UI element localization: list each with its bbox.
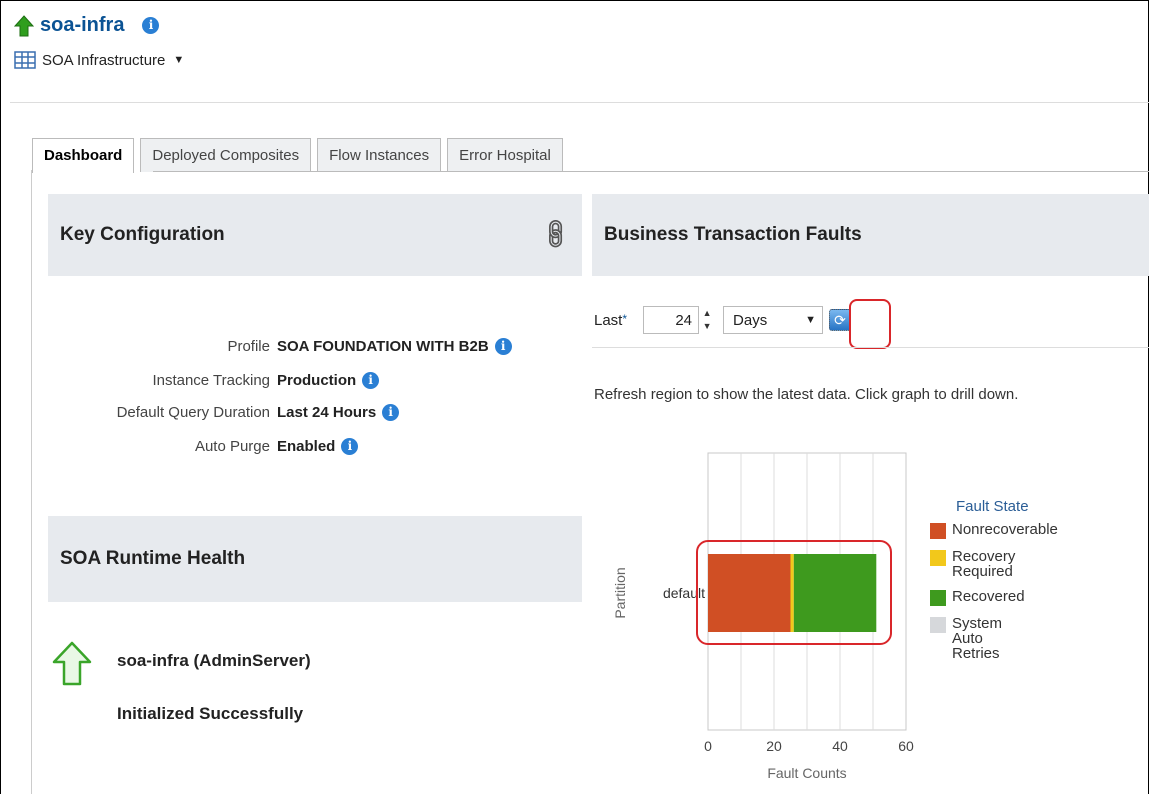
soa-infrastructure-icon <box>14 51 36 69</box>
config-value: Last 24 Hours <box>277 404 377 421</box>
tab-deployed-composites[interactable]: Deployed Composites <box>140 138 312 172</box>
business-faults-header: Business Transaction Faults <box>592 194 1149 276</box>
legend-swatch <box>930 550 946 566</box>
up-arrow-icon <box>14 14 34 36</box>
config-label: Instance Tracking <box>152 372 270 389</box>
config-value: Production <box>277 372 357 389</box>
duration-unit-select[interactable]: Days ▼ <box>723 306 824 334</box>
tab-dashboard[interactable]: Dashboard <box>32 138 135 173</box>
config-row-query-duration: Default Query Duration Last 24 Hours i <box>48 404 588 421</box>
x-tick-label: 20 <box>766 738 782 754</box>
info-icon[interactable]: i <box>382 404 400 421</box>
tab-bar: Dashboard Deployed Composites Flow Insta… <box>32 138 563 173</box>
server-name[interactable]: soa-infra (AdminServer) <box>117 651 311 671</box>
y-axis-label: Partition <box>612 567 628 618</box>
refresh-highlight <box>849 299 891 349</box>
legend-item-system-auto-retries: System Auto Retries <box>930 616 1058 661</box>
controls-divider <box>592 347 1149 348</box>
spinner-down-icon[interactable]: ▼ <box>701 320 713 333</box>
tab-error-hospital[interactable]: Error Hospital <box>447 138 563 172</box>
chevron-down-icon: ▼ <box>173 54 185 66</box>
duration-unit-value: Days <box>733 311 768 329</box>
config-row-auto-purge: Auto Purge Enabled i <box>48 438 588 455</box>
last-label: Last* <box>594 311 628 329</box>
target-menu[interactable]: SOA Infrastructure ▼ <box>14 50 184 70</box>
legend-label: System Auto Retries <box>952 615 1003 662</box>
info-icon[interactable]: i <box>494 338 512 355</box>
config-label: Default Query Duration <box>116 404 270 421</box>
legend-item-nonrecoverable: Nonrecoverable <box>930 522 1058 539</box>
x-axis-label: Fault Counts <box>767 765 846 781</box>
business-faults-title: Business Transaction Faults <box>604 224 862 245</box>
key-configuration-title: Key Configuration <box>60 224 225 245</box>
duration-controls: Last* ▲ ▼ Days ▼ ⟳ <box>594 306 852 334</box>
legend-swatch <box>930 590 946 606</box>
info-icon[interactable]: i <box>341 438 359 455</box>
chevron-down-icon: ▼ <box>805 314 817 326</box>
config-row-instance-tracking: Instance Tracking Production i <box>48 372 588 389</box>
required-mark: * <box>622 311 628 326</box>
x-tick-label: 0 <box>704 738 712 754</box>
tab-flow-instances[interactable]: Flow Instances <box>317 138 442 172</box>
config-value: Enabled <box>277 438 336 455</box>
up-arrow-icon <box>52 641 92 686</box>
x-tick-label: 60 <box>898 738 914 754</box>
refresh-hint: Refresh region to show the latest data. … <box>594 386 1019 403</box>
server-status: Initialized Successfully <box>117 704 304 723</box>
config-value: SOA FOUNDATION WITH B2B <box>277 338 489 355</box>
refresh-icon[interactable]: ⟳ <box>829 309 852 331</box>
info-icon[interactable]: i <box>142 17 160 34</box>
legend-item-recovery-required: Recovery Required <box>930 549 1058 579</box>
tab-underline <box>153 171 1149 172</box>
duration-spinner[interactable]: ▲ ▼ <box>701 307 713 333</box>
config-label: Auto Purge <box>194 438 270 455</box>
runtime-health-title: SOA Runtime Health <box>60 548 246 569</box>
legend-swatch <box>930 523 946 539</box>
bar-highlight <box>696 540 892 645</box>
content-left-border <box>31 170 32 794</box>
legend-swatch <box>930 617 946 633</box>
legend-label: Nonrecoverable <box>952 521 1058 538</box>
key-configuration-header: Key Configuration 🔗︎ <box>48 194 582 276</box>
legend-label: Recovered <box>952 588 1025 605</box>
legend-item-recovered: Recovered <box>930 589 1058 606</box>
config-row-profile: Profile SOA FOUNDATION WITH B2B i <box>48 338 588 355</box>
link-icon[interactable]: 🔗︎ <box>537 215 575 253</box>
duration-input[interactable] <box>643 306 700 334</box>
header-divider <box>10 102 1149 103</box>
x-tick-label: 40 <box>832 738 848 754</box>
target-menu-label: SOA Infrastructure <box>42 51 166 69</box>
chart-legend: Fault State Nonrecoverable Recovery Requ… <box>930 498 1058 671</box>
page-title[interactable]: soa-infra <box>40 14 124 37</box>
page-header: soa-infra i SOA Infrastructure ▼ <box>14 14 184 70</box>
legend-title: Fault State <box>956 498 1029 515</box>
runtime-health-header: SOA Runtime Health <box>48 516 582 602</box>
info-icon[interactable]: i <box>362 372 380 389</box>
legend-label: Recovery Required <box>952 548 1016 580</box>
config-label: Profile <box>227 338 270 355</box>
spinner-up-icon[interactable]: ▲ <box>701 307 713 320</box>
